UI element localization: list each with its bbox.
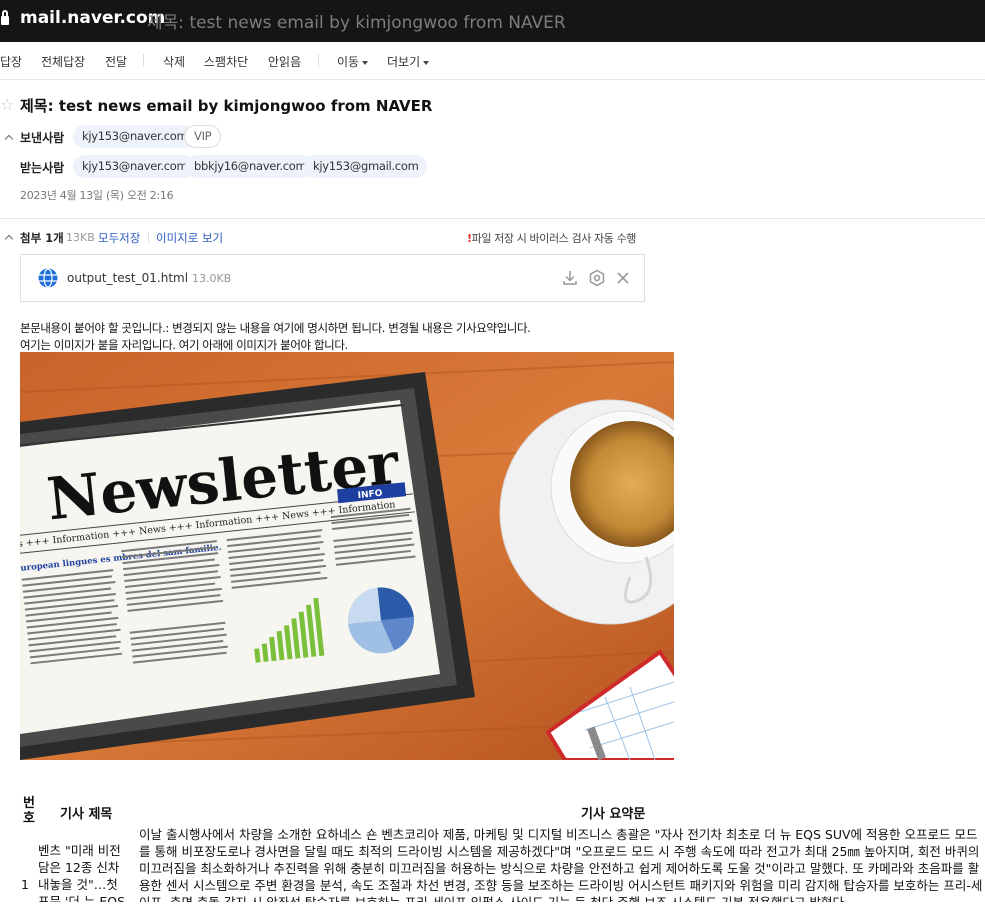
attachment-item[interactable]: output_test_01.html 13.0KB [20,254,645,302]
row-number: 1 [21,877,29,892]
vip-badge[interactable]: VIP [184,125,222,148]
delete-button[interactable]: 삭제 [163,53,185,70]
table-header-no: 번호 [23,796,35,826]
recipient-label: 받는사람 [20,161,65,175]
row-summary: 이날 출시행사에서 차량을 소개한 요하네스 숀 벤츠코리아 제품, 마케팅 및… [139,827,983,902]
caret-down-icon [362,60,369,65]
header-divider [0,218,985,219]
view-as-image-button[interactable]: 이미지로 보기 [156,230,223,246]
virus-scan-text: 파일 저장 시 바이러스 검사 자동 수행 [471,232,637,245]
sender-label: 보낸사람 [20,131,65,145]
lock-icon [1,10,9,26]
move-label: 이동 [337,55,360,69]
more-label: 더보기 [387,55,421,69]
close-icon[interactable] [614,269,632,287]
download-icon[interactable] [561,269,579,287]
body-text-line: 본문내용이 붙어야 할 곳입니다.: 변경되지 않는 내용을 여기에 명시하면 … [20,321,531,335]
body-text-line: 여기는 이미지가 붙을 자리입니다. 여기 아래에 이미지가 붙어야 합니다. [20,338,348,352]
toolbar-divider [143,54,144,67]
mail-subject: 제목: test news email by kimjongwoo from N… [20,97,433,115]
star-icon[interactable]: ☆ [0,95,14,114]
spam-block-button[interactable]: 스팸차단 [204,53,248,70]
newsletter-image: Newsletter s +++ Information +++ News ++… [20,352,674,760]
browser-title-bar: mail.naver.com 제목: test news email by ki… [0,0,985,42]
mail-toolbar: 답장 전체답장 전달 삭제 스팸차단 안읽음 이동 더보기 [0,42,985,80]
newsletter-illustration: Newsletter s +++ Information +++ News ++… [20,352,674,760]
mail-date: 2023년 4월 13일 (목) 오전 2:16 [20,189,174,202]
row-title: 벤츠 "미래 비전 담은 12종 신차 내놓을 것"…첫 포문 '더 뉴 EQS [38,843,126,902]
table-header-title: 기사 제목 [60,807,113,822]
attachment-count: 첨부 1개 [20,231,64,245]
sender-address[interactable]: kjy153@naver.com [73,125,197,148]
chevron-up-icon[interactable] [4,234,14,244]
toolbar-divider [318,54,319,67]
caret-down-icon [423,60,430,65]
virus-scan-icon[interactable] [588,269,606,287]
attachment-filename[interactable]: output_test_01.html 13.0KB [67,271,231,285]
virus-scan-notice: !파일 저장 시 바이러스 검사 자동 수행 [467,230,636,246]
chevron-up-icon[interactable] [4,134,14,144]
globe-icon [38,268,58,288]
forward-button[interactable]: 전달 [105,53,127,70]
recipient-address[interactable]: kjy153@naver.com [73,155,197,178]
reply-button[interactable]: 답장 [0,53,22,70]
table-header-summary: 기사 요약문 [581,807,646,822]
attachment-divider [148,233,149,243]
save-all-button[interactable]: 모두저장 [98,230,140,246]
recipient-address[interactable]: bbkjy16@naver.com [185,155,316,178]
mark-unread-button[interactable]: 안읽음 [268,53,301,70]
recipient-address[interactable]: kjy153@gmail.com [304,155,428,178]
attachment-total-size: 13KB [66,231,95,244]
reply-all-button[interactable]: 전체답장 [41,53,85,70]
window-domain: mail.naver.com [20,8,166,28]
attachment-name-text: output_test_01.html [67,271,189,285]
move-dropdown[interactable]: 이동 [337,53,369,70]
window-title: 제목: test news email by kimjongwoo from N… [147,13,566,33]
more-dropdown[interactable]: 더보기 [387,53,430,70]
attachment-file-size: 13.0KB [192,272,232,285]
